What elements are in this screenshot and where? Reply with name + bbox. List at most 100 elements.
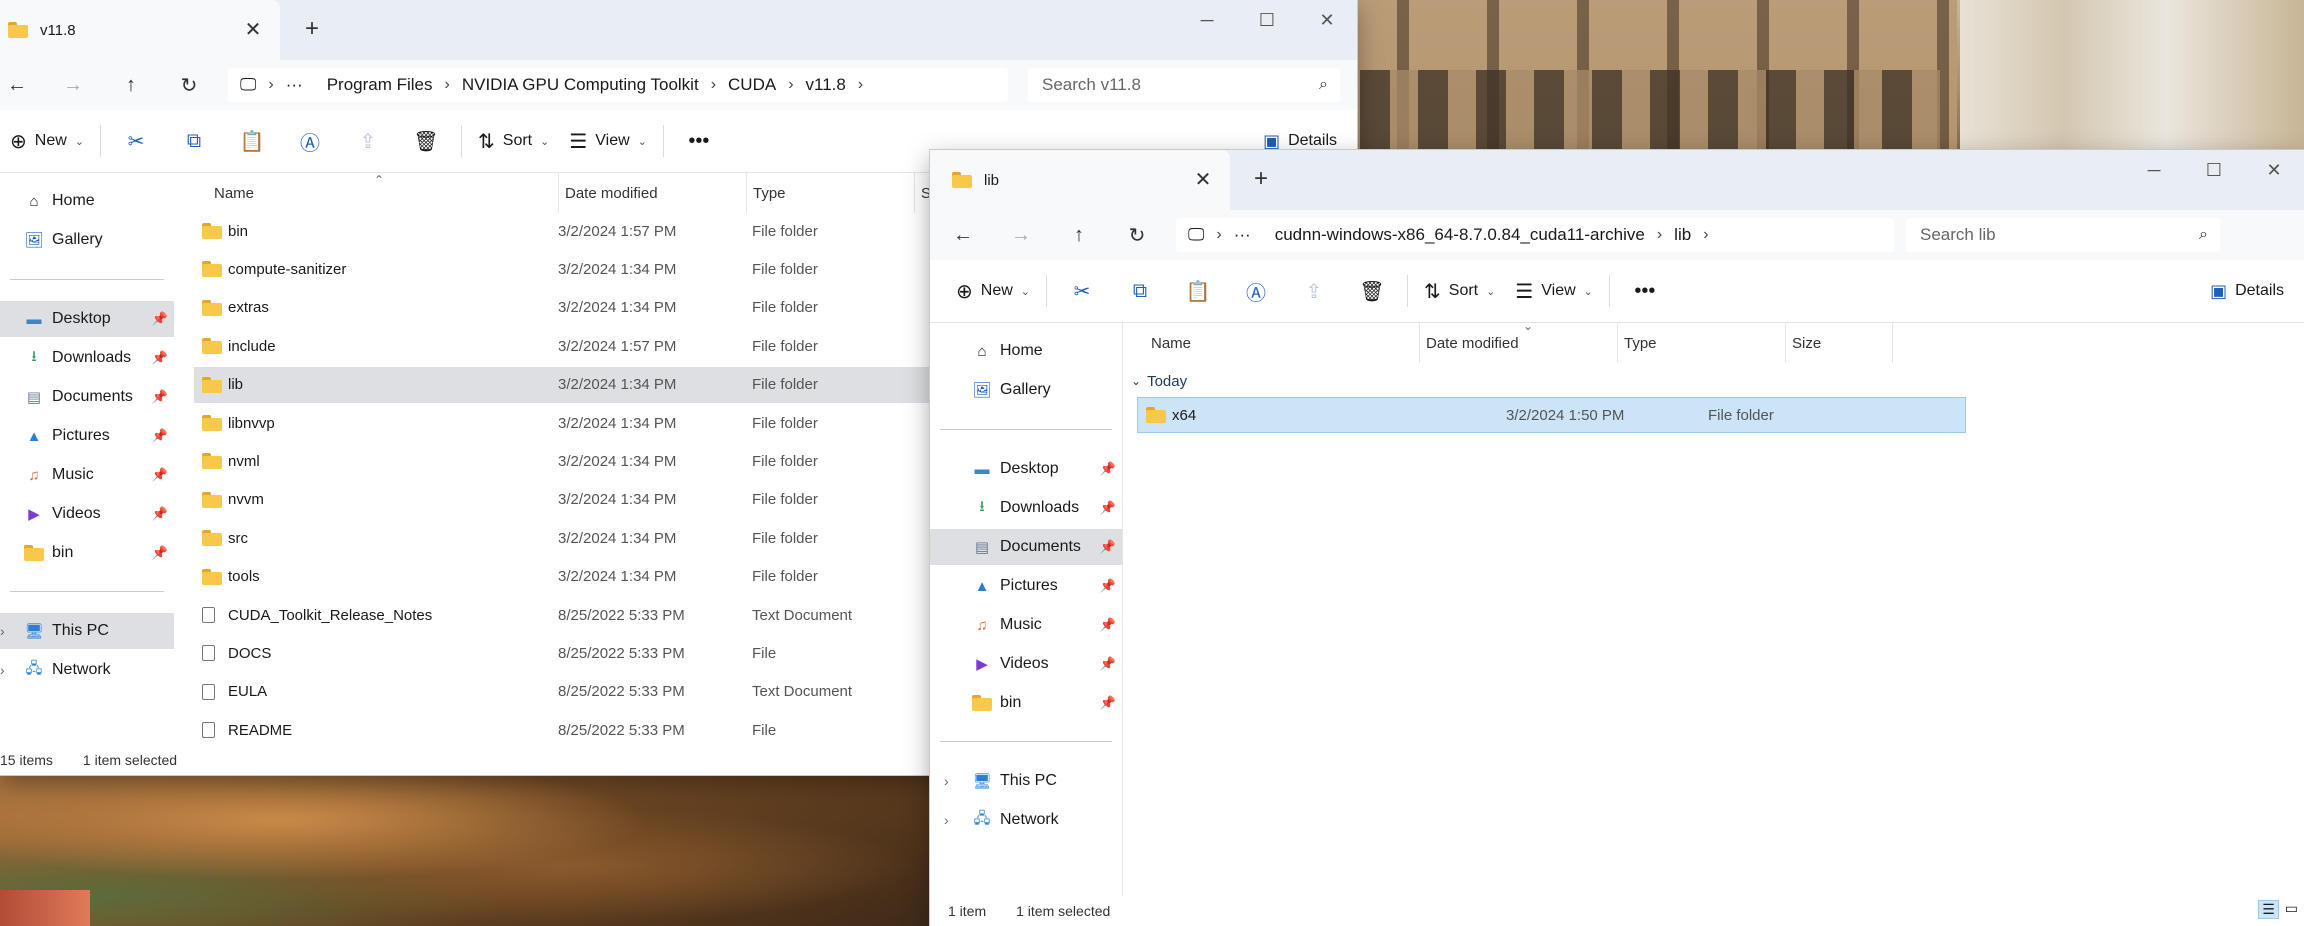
back-button[interactable]: ←: [0, 70, 34, 100]
minimize-button[interactable]: ─: [1177, 0, 1237, 40]
breadcrumb-0[interactable]: cudnn-windows-x86_64-8.7.0.84_cuda11-arc…: [1275, 225, 1645, 245]
sidebar-item-gallery[interactable]: 🖼 Gallery: [0, 222, 174, 258]
pin-icon[interactable]: 📌: [1100, 539, 1116, 555]
new-tab-button[interactable]: +: [299, 15, 325, 42]
pin-icon[interactable]: 📌: [152, 467, 168, 483]
address-bar[interactable]: 🖵 › ··· cudnn-windows-x86_64-8.7.0.84_cu…: [1176, 218, 1894, 252]
details-button[interactable]: ▣ Details: [2210, 271, 2284, 311]
copy-icon[interactable]: ⧉: [1111, 271, 1169, 311]
more-options-icon[interactable]: •••: [1616, 271, 1674, 311]
sidebar-item-desktop[interactable]: ▬ Desktop 📌: [930, 451, 1122, 487]
sidebar-item-downloads[interactable]: ⭳ Downloads 📌: [930, 490, 1122, 526]
chevron-right-icon[interactable]: ›: [0, 662, 5, 678]
sort-button[interactable]: ⇅ Sort ⌄: [1414, 271, 1505, 311]
breadcrumb-2[interactable]: CUDA: [728, 75, 776, 95]
pin-icon[interactable]: 📌: [152, 506, 168, 522]
pin-icon[interactable]: 📌: [1100, 500, 1116, 516]
pin-icon[interactable]: 📌: [152, 545, 168, 561]
column-header-date[interactable]: Date modified: [558, 173, 658, 213]
chevron-right-icon[interactable]: ›: [0, 623, 5, 639]
forward-button[interactable]: →: [56, 70, 90, 100]
column-header-name[interactable]: Name: [214, 173, 254, 213]
column-header-type[interactable]: Type: [746, 173, 786, 213]
pin-icon[interactable]: 📌: [152, 350, 168, 366]
pin-icon[interactable]: 📌: [1100, 578, 1116, 594]
new-tab-button[interactable]: +: [1248, 165, 1274, 192]
breadcrumb-0[interactable]: Program Files: [327, 75, 433, 95]
breadcrumb-1[interactable]: lib: [1674, 225, 1691, 245]
column-header-date[interactable]: Date modified: [1419, 323, 1519, 363]
column-header-size[interactable]: S: [914, 173, 931, 213]
pin-icon[interactable]: 📌: [1100, 617, 1116, 633]
pin-icon[interactable]: 📌: [152, 428, 168, 444]
view-button[interactable]: ☰ View ⌄: [1505, 271, 1603, 311]
column-header-size[interactable]: Size: [1785, 323, 1893, 363]
view-button[interactable]: ☰ View ⌄: [559, 121, 657, 161]
close-window-button[interactable]: ✕: [2244, 150, 2304, 190]
cut-icon[interactable]: ✂: [107, 121, 165, 161]
more-locations-button[interactable]: ···: [1234, 225, 1251, 245]
search-input[interactable]: Search lib ⌕: [1906, 218, 2220, 252]
rename-icon[interactable]: Ⓐ: [281, 121, 339, 161]
minimize-button[interactable]: ─: [2124, 150, 2184, 190]
sidebar-item-videos[interactable]: ▶ Videos 📌: [0, 496, 174, 532]
sidebar-item-music[interactable]: ♫ Music 📌: [930, 607, 1122, 643]
sidebar-item-videos[interactable]: ▶ Videos 📌: [930, 646, 1122, 682]
sidebar-item-desktop[interactable]: ▬ Desktop 📌: [0, 301, 174, 337]
group-header-today[interactable]: ⌄ Today: [1131, 367, 1187, 395]
paste-icon[interactable]: 📋: [1169, 271, 1227, 311]
sidebar-item-this-pc[interactable]: › 🖥 This PC: [930, 763, 1122, 799]
up-button[interactable]: ↑: [1062, 220, 1096, 250]
close-tab-icon[interactable]: ✕: [240, 16, 266, 42]
breadcrumb-1[interactable]: NVIDIA GPU Computing Toolkit: [462, 75, 699, 95]
new-button[interactable]: ⊕ New ⌄: [946, 271, 1040, 311]
sidebar-item-home[interactable]: ⌂ Home: [930, 333, 1122, 369]
more-options-icon[interactable]: •••: [670, 121, 728, 161]
paste-icon[interactable]: 📋: [223, 121, 281, 161]
refresh-button[interactable]: ↻: [1120, 220, 1154, 250]
sidebar-item-bin[interactable]: bin 📌: [930, 685, 1122, 721]
maximize-button[interactable]: ☐: [1237, 0, 1297, 40]
delete-icon[interactable]: 🗑: [1343, 271, 1401, 311]
tab-v11-8[interactable]: v11.8 ✕: [0, 0, 280, 60]
up-button[interactable]: ↑: [114, 70, 148, 100]
tab-lib[interactable]: lib ✕: [930, 150, 1230, 210]
tiles-view-icon[interactable]: ▭: [2285, 900, 2298, 919]
sidebar-item-music[interactable]: ♫ Music 📌: [0, 457, 174, 493]
more-locations-button[interactable]: ···: [286, 75, 303, 95]
column-header-name[interactable]: Name: [1151, 323, 1191, 363]
sidebar-item-network[interactable]: › 🖧 Network: [930, 802, 1122, 838]
delete-icon[interactable]: 🗑: [397, 121, 455, 161]
back-button[interactable]: ←: [946, 220, 980, 250]
sidebar-item-home[interactable]: ⌂ Home: [0, 183, 174, 219]
share-icon[interactable]: ⇪: [339, 121, 397, 161]
details-view-icon[interactable]: ☰: [2258, 900, 2279, 919]
pin-icon[interactable]: 📌: [152, 311, 168, 327]
pin-icon[interactable]: 📌: [1100, 656, 1116, 672]
close-window-button[interactable]: ✕: [1297, 0, 1357, 40]
pin-icon[interactable]: 📌: [152, 389, 168, 405]
chevron-right-icon[interactable]: ›: [944, 773, 949, 789]
pin-icon[interactable]: 📌: [1100, 461, 1116, 477]
sidebar-item-this-pc[interactable]: › 🖥 This PC: [0, 613, 174, 649]
table-row[interactable]: x64 3/2/2024 1:50 PM File folder: [1137, 397, 1966, 433]
copy-icon[interactable]: ⧉: [165, 121, 223, 161]
maximize-button[interactable]: ☐: [2184, 150, 2244, 190]
column-header-type[interactable]: Type: [1617, 323, 1657, 363]
new-button[interactable]: ⊕ New ⌄: [0, 121, 94, 161]
sidebar-item-gallery[interactable]: 🖼 Gallery: [930, 372, 1122, 408]
close-tab-icon[interactable]: ✕: [1190, 166, 1216, 192]
pin-icon[interactable]: 📌: [1100, 695, 1116, 711]
sidebar-item-pictures[interactable]: ▲ Pictures 📌: [0, 418, 174, 454]
chevron-right-icon[interactable]: ›: [944, 812, 949, 828]
sidebar-item-pictures[interactable]: ▲ Pictures 📌: [930, 568, 1122, 604]
refresh-button[interactable]: ↻: [172, 70, 206, 100]
sidebar-item-bin[interactable]: bin 📌: [0, 535, 174, 571]
sidebar-item-documents[interactable]: ▤ Documents 📌: [930, 529, 1122, 565]
sidebar-item-network[interactable]: › 🖧 Network: [0, 652, 174, 688]
rename-icon[interactable]: Ⓐ: [1227, 271, 1285, 311]
sort-button[interactable]: ⇅ Sort ⌄: [468, 121, 559, 161]
share-icon[interactable]: ⇪: [1285, 271, 1343, 311]
address-bar[interactable]: 🖵 › ··· Program Files › NVIDIA GPU Compu…: [228, 68, 1008, 102]
sidebar-item-documents[interactable]: ▤ Documents 📌: [0, 379, 174, 415]
